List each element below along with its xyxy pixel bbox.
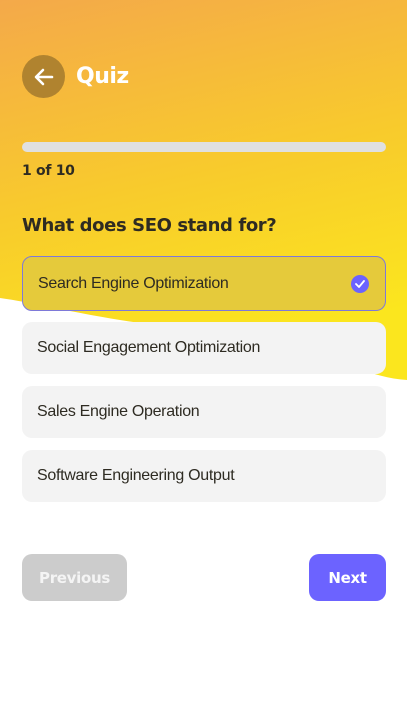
progress-bar — [22, 142, 386, 152]
option-label: Search Engine Optimization — [38, 274, 229, 292]
option-label: Software Engineering Output — [37, 467, 235, 484]
next-button[interactable]: Next — [309, 554, 386, 601]
header: Quiz — [22, 55, 129, 98]
page-title: Quiz — [76, 64, 129, 89]
option-sales-engine-operation[interactable]: Sales Engine Operation — [22, 386, 386, 438]
arrow-left-icon — [34, 68, 53, 85]
checkmark-icon — [351, 274, 369, 293]
question-counter: 1 of 10 — [22, 163, 75, 179]
option-software-engineering-output[interactable]: Software Engineering Output — [22, 450, 386, 502]
previous-button[interactable]: Previous — [22, 554, 127, 601]
option-label: Social Engagement Optimization — [37, 339, 261, 356]
option-search-engine-optimization[interactable]: Search Engine Optimization — [22, 256, 386, 311]
option-social-engagement-optimization[interactable]: Social Engagement Optimization — [22, 322, 386, 374]
options-list: Search Engine Optimization Social Engage… — [22, 256, 386, 514]
back-button[interactable] — [22, 55, 65, 98]
option-label: Sales Engine Operation — [37, 403, 200, 420]
question-text: What does SEO stand for? — [22, 215, 277, 236]
